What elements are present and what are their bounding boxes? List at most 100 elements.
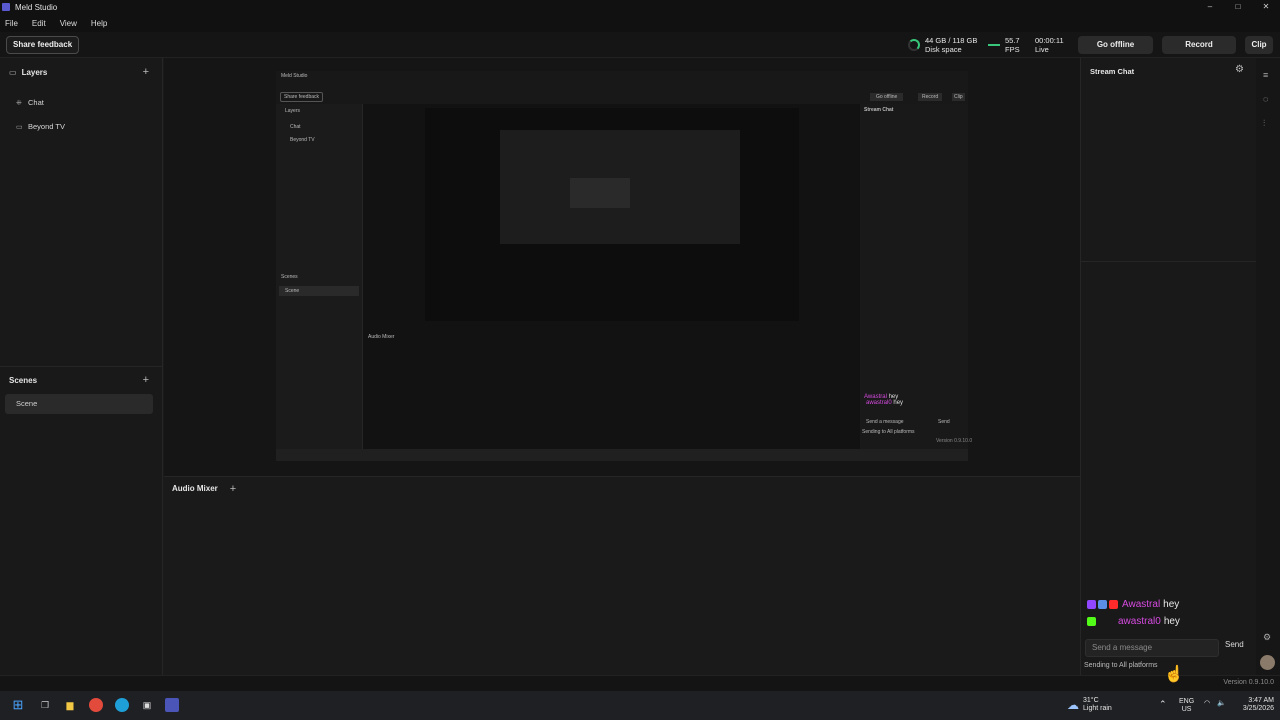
fps-label: FPS (1005, 45, 1020, 54)
chat-text: hey (1163, 616, 1180, 627)
edge-icon[interactable] (115, 698, 129, 712)
left-panel: ▭ Layers + ⁜ Chat ▭ Beyond TV Scenes + S… (0, 58, 163, 675)
scene-item[interactable]: Scene (5, 394, 153, 414)
minimize-button[interactable]: – (1196, 0, 1224, 14)
go-offline-button[interactable]: Go offline (1078, 36, 1153, 54)
preview-scene: Scene (279, 286, 359, 296)
chat-settings-gear-icon[interactable]: ⚙ (1235, 64, 1244, 75)
language-indicator[interactable]: ENG US (1179, 698, 1194, 714)
maximize-button[interactable]: □ (1224, 0, 1252, 14)
layer-label: Beyond TV (28, 122, 65, 131)
clock[interactable]: 3:47 AM 3/25/2026 (1234, 697, 1274, 713)
settings-gear-icon[interactable]: ⚙ (1263, 632, 1271, 643)
share-feedback-button[interactable]: Share feedback (6, 36, 80, 54)
disk-label: Disk space (925, 45, 962, 54)
preview-sending: Sending to All platforms (862, 429, 915, 435)
preview-msg2-user: awastral0 (866, 400, 892, 406)
menu-edit[interactable]: Edit (32, 19, 46, 28)
disk-space-stat: 44 GB / 118 GB Disk space (908, 36, 977, 54)
chat-message: Awastral hey (1087, 599, 1179, 610)
close-button[interactable]: ✕ (1252, 0, 1280, 14)
kick-badge-icon (1087, 617, 1096, 626)
chat-username: Awastral (1122, 599, 1161, 610)
chat-message: awastral0 hey (1087, 616, 1180, 627)
menu-file[interactable]: File (5, 19, 18, 28)
version-label: Version 0.9.10.0 (1223, 679, 1274, 686)
layer-item-beyond-tv[interactable]: ▭ Beyond TV (16, 122, 65, 131)
preview-left-panel: Layers Chat Beyond TV Scenes Scene (276, 104, 363, 449)
chrome-icon[interactable] (89, 698, 103, 712)
weather-temp: 31°C (1083, 697, 1099, 704)
layers-icon: ▭ (9, 67, 17, 77)
scenes-header: Scenes + (0, 369, 163, 391)
right-rail: ≡ ◌ ⫶ ⚙ (1256, 58, 1280, 675)
preview-stream-chat: Stream Chat (864, 107, 894, 113)
audio-mixer-title: Audio Mixer (172, 484, 218, 493)
window-title: Meld Studio (15, 2, 58, 12)
stage-canvas[interactable]: Meld Studio Share feedback Go offline Re… (164, 58, 1080, 476)
preview-chat-messages: Awastral hey awastral0 hey (864, 394, 903, 406)
layers-header: ▭ Layers + (0, 61, 163, 83)
avatar[interactable] (1260, 655, 1275, 670)
stream-preview[interactable]: Meld Studio Share feedback Go offline Re… (276, 71, 972, 461)
chat-badge-icon (1098, 600, 1107, 609)
sending-to-platforms[interactable]: Sending to All platforms (1084, 662, 1158, 669)
timer-value: 00:00:11 (1035, 36, 1064, 45)
wifi-icon[interactable]: ◠ (1204, 700, 1210, 708)
menu-lines-icon[interactable]: ≡ (1263, 70, 1268, 80)
timer-label: Live (1035, 45, 1049, 54)
preview-send-placeholder: Send a message (866, 419, 904, 425)
panel-divider (0, 366, 163, 367)
preview-msg2-text: hey (893, 400, 904, 406)
preview-scenes: Scenes (281, 274, 298, 280)
meld-taskbar-icon[interactable] (165, 698, 179, 712)
clock-time: 3:47 AM (1248, 697, 1274, 704)
menu-help[interactable]: Help (91, 19, 107, 28)
monitor-icon: ▭ (16, 123, 23, 131)
add-audio-button[interactable]: + (230, 483, 236, 495)
disk-ring-icon (908, 39, 920, 51)
nested-screen-inner (570, 178, 630, 208)
fps-value: 55.7 (1005, 36, 1020, 45)
chat-layer-icon: ⁜ (16, 99, 22, 107)
chat-bubble-icon[interactable]: ◌ (1263, 94, 1268, 104)
youtube-badge-icon (1109, 600, 1118, 609)
file-explorer-icon[interactable]: ▆ (63, 698, 77, 712)
live-timer: 00:00:11 Live (1035, 36, 1064, 54)
store-icon[interactable]: ▣ (140, 698, 154, 712)
chat-username: awastral0 (1118, 616, 1161, 627)
weather-widget[interactable]: 31°C Light rain (1083, 697, 1112, 713)
volume-icon[interactable]: 🔈 (1217, 700, 1226, 708)
stream-chat-title: Stream Chat (1090, 67, 1135, 76)
audio-levels-icon[interactable]: ⫶ (1263, 118, 1265, 129)
menu-view[interactable]: View (60, 19, 77, 28)
task-view-icon[interactable]: ❐ (38, 698, 52, 712)
add-layer-button[interactable]: + (143, 66, 149, 78)
chat-message-input[interactable]: Send a message (1085, 639, 1219, 657)
nested-preview (425, 108, 799, 321)
windows-start-icon[interactable]: ⊞ (11, 698, 25, 712)
clock-date: 3/25/2026 (1242, 705, 1274, 712)
title-bar: Meld Studio – □ ✕ (0, 0, 1280, 14)
preview-chat: Chat (290, 124, 301, 130)
fps-stat: 55.7 FPS (988, 36, 1020, 54)
audio-mixer-body (164, 500, 1080, 675)
tray-chevron-icon[interactable]: ⌃ (1159, 700, 1167, 709)
disk-value: 44 GB / 118 GB (925, 36, 978, 45)
layer-item-chat[interactable]: ⁜ Chat (16, 98, 44, 107)
add-scene-button[interactable]: + (143, 374, 149, 386)
twitch-badge-icon (1087, 600, 1096, 609)
fps-graph-icon (988, 44, 1000, 46)
preview-go-offline: Go offline (870, 93, 904, 101)
preview-audio-mixer: Audio Mixer (368, 334, 395, 340)
send-button[interactable]: Send (1225, 640, 1244, 649)
audio-mixer-header: Audio Mixer + (164, 476, 1080, 500)
layers-title: Layers (21, 67, 48, 77)
preview-taskbar (276, 449, 968, 461)
meld-app-icon (2, 3, 10, 11)
preview-title: Meld Studio (281, 73, 308, 79)
preview-beyond-tv: Beyond TV (290, 137, 315, 143)
record-button[interactable]: Record (1162, 36, 1236, 54)
os-taskbar: ⊞ ❐ ▆ ▣ ☁ 31°C Light rain ⌃ ENG US ◠ 🔈 3… (0, 691, 1280, 720)
clip-button[interactable]: Clip (1245, 36, 1273, 54)
